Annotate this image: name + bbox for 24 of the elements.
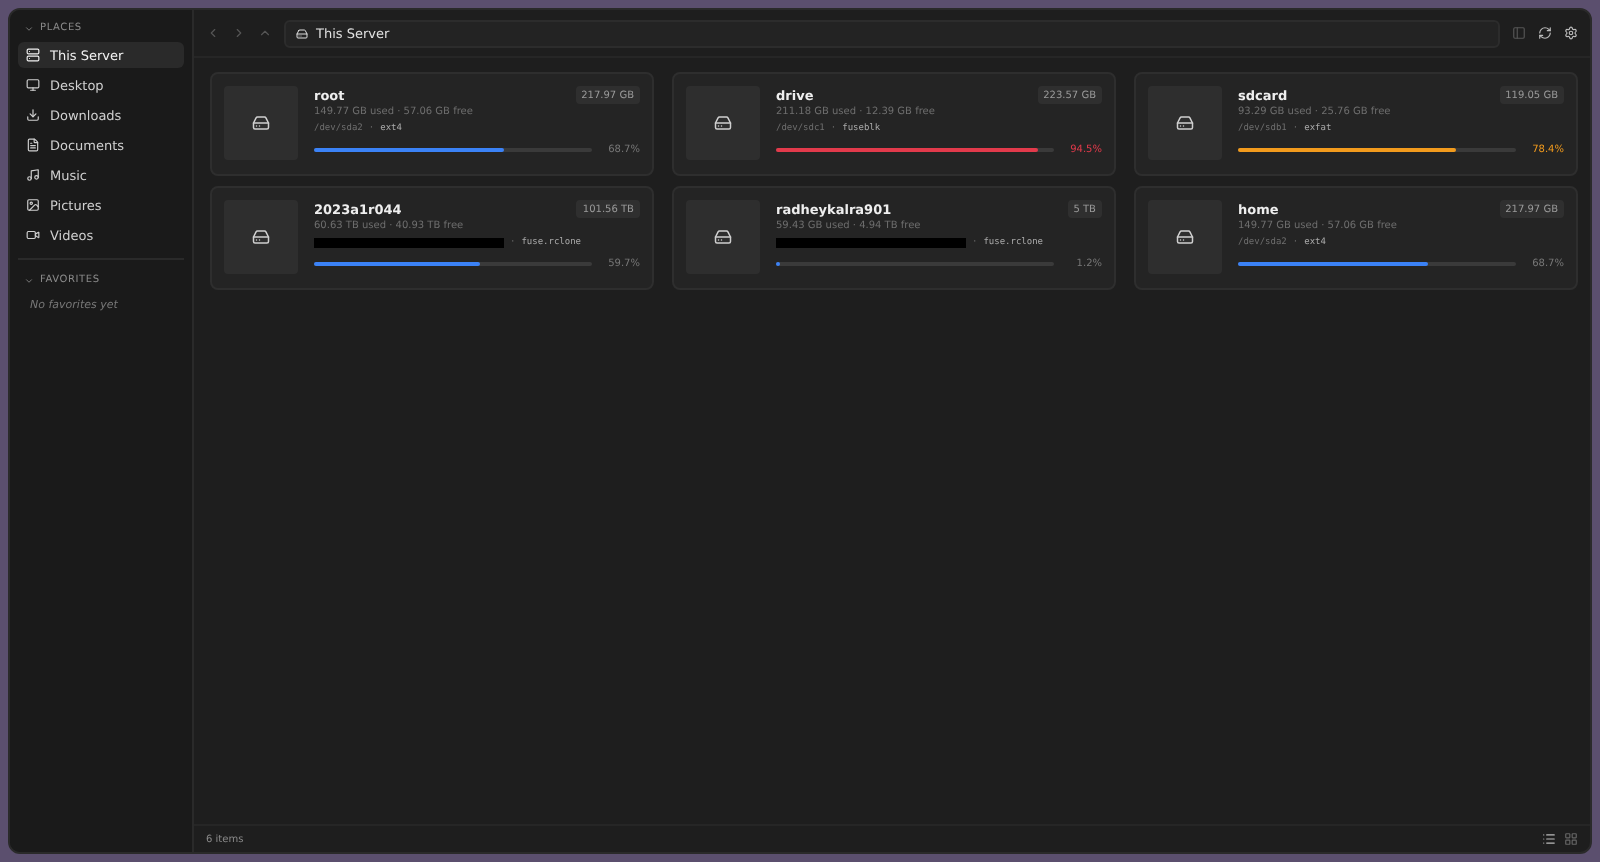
chevron-down-icon[interactable] [24, 23, 34, 33]
refresh-button[interactable] [1538, 26, 1552, 40]
drive-icon [296, 27, 308, 39]
sidebar-item-icon [26, 78, 40, 92]
chevron-down-icon[interactable] [24, 275, 34, 285]
sidebar-item-icon [26, 138, 40, 152]
settings-button[interactable] [1564, 26, 1578, 40]
drive-icon [252, 114, 270, 132]
list-view-button[interactable] [1542, 832, 1556, 846]
back-button[interactable] [206, 26, 220, 40]
drive-icon [1176, 114, 1194, 132]
sidebar-item-icon [26, 168, 40, 182]
sidebar-item-icon [26, 108, 40, 122]
sidebar-item-icon [26, 228, 40, 242]
drive-icon [1176, 228, 1194, 246]
drive-icon [714, 228, 732, 246]
sidebar-item-icon [26, 48, 40, 62]
drive-icon [252, 228, 270, 246]
forward-button[interactable] [232, 26, 246, 40]
sidebar-toggle-button[interactable] [1512, 26, 1526, 40]
up-button[interactable] [258, 26, 272, 40]
grid-view-button[interactable] [1564, 832, 1578, 846]
sidebar-item-icon [26, 198, 40, 212]
drive-icon [714, 114, 732, 132]
